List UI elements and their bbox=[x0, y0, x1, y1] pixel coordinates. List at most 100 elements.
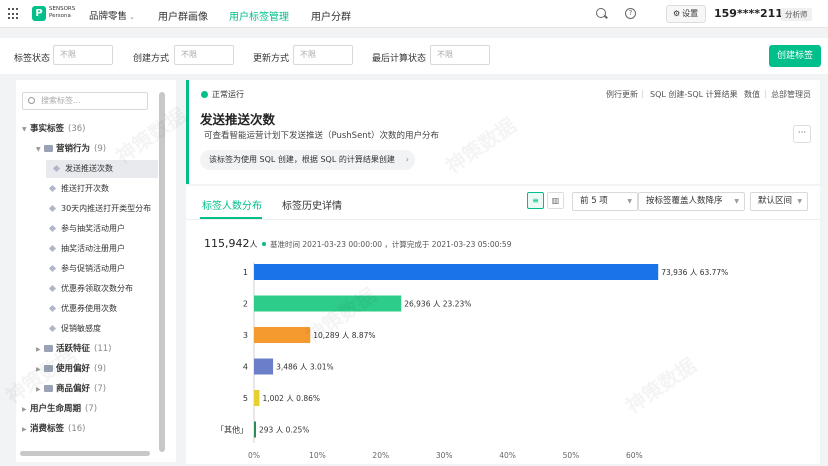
tree-item-label: 事实标签 bbox=[30, 124, 65, 134]
tree-item-count: (9) bbox=[94, 364, 107, 374]
nav-user-segments[interactable]: 用户分群 bbox=[311, 8, 351, 23]
tree-leaf-item[interactable]: 发送推送次数 bbox=[46, 160, 158, 178]
tree-item-label: 活跃特征 bbox=[56, 344, 91, 354]
caret-down-icon[interactable]: ▼ bbox=[22, 121, 30, 139]
tree-leaf-item[interactable]: 参与抽奖活动用户 bbox=[16, 220, 166, 238]
caret-right-icon[interactable]: ▶ bbox=[36, 381, 44, 399]
tag-detail-header: 正常运行 例行更新 | SQL 创建-SQL 计算结果 | 数值 | 总部管理员… bbox=[186, 80, 820, 184]
filter-label-last-calc: 最后计算状态 bbox=[372, 54, 427, 64]
tag-icon bbox=[48, 264, 57, 273]
tree-item-count: (7) bbox=[94, 384, 107, 394]
nav-user-persona[interactable]: 用户群画像 bbox=[158, 8, 208, 23]
tree-folder-item[interactable]: ▼ 事实标签 (36) bbox=[16, 120, 166, 138]
tree-folder-item[interactable]: ▶ 商品偏好 (7) bbox=[16, 380, 166, 398]
tag-icon bbox=[48, 304, 57, 313]
filter-label-status: 标签状态 bbox=[14, 54, 51, 64]
tree-item-label: 推送打开次数 bbox=[61, 184, 109, 193]
tag-tree-panel: 搜索标签... ▼ 事实标签 (36) ▼ 营销行为 (9) 发送推送次数 推送打开次数 30天… bbox=[16, 80, 176, 462]
folder-icon bbox=[44, 365, 53, 372]
tree-folder-item[interactable]: ▼ 营销行为 (9) bbox=[16, 140, 166, 158]
tree-item-label: 使用偏好 bbox=[56, 364, 91, 374]
y-tick-label: 2 bbox=[243, 300, 248, 309]
tag-icon bbox=[48, 204, 57, 213]
folder-icon bbox=[44, 145, 53, 152]
tree-folder-item[interactable]: ▶ 活跃特征 (11) bbox=[16, 340, 166, 358]
bar[interactable] bbox=[254, 358, 274, 375]
tree-leaf-item[interactable]: 抽奖活动注册用户 bbox=[16, 240, 166, 258]
tag-icon bbox=[52, 164, 61, 173]
tree-leaf-item[interactable]: 优惠券使用次数 bbox=[16, 300, 166, 318]
filter-bar: 标签状态 不限 创建方式 不限 更新方式 不限 最后计算状态 不限 创建标签 bbox=[0, 38, 828, 74]
filter-last-calc-select[interactable]: 不限 bbox=[430, 45, 490, 65]
help-icon[interactable]: ? bbox=[625, 8, 636, 19]
bar[interactable] bbox=[254, 264, 659, 280]
tag-title: 发送推送次数 bbox=[200, 112, 276, 127]
y-tick-label: 1 bbox=[243, 268, 248, 277]
chevron-down-icon: ⌄ bbox=[129, 13, 135, 21]
top-bar: P SENSORS Persona 品牌零售 ⌄ 用户群画像 用户标签管理 用户分… bbox=[0, 0, 828, 28]
x-tick-label: 50% bbox=[563, 451, 580, 460]
tree-item-label: 用户生命周期 bbox=[30, 404, 82, 414]
distribution-panel: 标签人数分布 标签历史详情 ≡ ▥ 前 5 项 ▼ 按标签覆盖人数降序 ▼ 默认区间… bbox=[186, 186, 820, 464]
filter-label-create-method: 创建方式 bbox=[133, 54, 170, 64]
caret-right-icon[interactable]: ▶ bbox=[22, 401, 30, 419]
tree-item-label: 促销敏感度 bbox=[61, 324, 101, 333]
filter-update-method-select[interactable]: 不限 bbox=[293, 45, 353, 65]
tree-item-label: 参与促销活动用户 bbox=[61, 264, 125, 273]
create-tag-button[interactable]: 创建标签 bbox=[769, 45, 821, 67]
search-icon bbox=[28, 97, 35, 104]
sql-note-link[interactable]: 该标签为使用 SQL 创建，根据 SQL 的计算结果创建 › bbox=[200, 150, 415, 170]
tree-item-label: 优惠券使用次数 bbox=[61, 304, 117, 313]
tree-vertical-scrollbar[interactable] bbox=[159, 92, 165, 452]
tag-search-input[interactable]: 搜索标签... bbox=[22, 92, 148, 110]
bar[interactable] bbox=[254, 295, 402, 312]
more-options-button[interactable]: ··· bbox=[793, 125, 811, 143]
tree-item-label: 商品偏好 bbox=[56, 384, 91, 394]
tree-folder-item[interactable]: ▶ 消费标签 (16) bbox=[16, 420, 166, 438]
filter-status-select[interactable]: 不限 bbox=[53, 45, 113, 65]
bar[interactable] bbox=[254, 421, 256, 438]
tree-item-label: 发送推送次数 bbox=[65, 164, 113, 173]
tree-item-label: 消费标签 bbox=[30, 424, 65, 434]
role-badge: 分析师 bbox=[781, 8, 812, 21]
tree-folder-item[interactable]: ▶ 使用偏好 (9) bbox=[16, 360, 166, 378]
chevron-right-icon: › bbox=[405, 155, 409, 164]
settings-button[interactable]: ⚙ 设置 bbox=[666, 5, 706, 23]
tree-item-count: (16) bbox=[68, 424, 86, 434]
tree-horizontal-scrollbar[interactable] bbox=[20, 451, 150, 456]
meta-divider: | bbox=[641, 89, 644, 98]
bar[interactable] bbox=[254, 390, 260, 406]
data-label: 3,486 人 3.01% bbox=[276, 363, 334, 372]
bar[interactable] bbox=[254, 327, 311, 343]
user-account[interactable]: 159****2117 bbox=[714, 7, 791, 20]
data-label: 1,002 人 0.86% bbox=[262, 394, 320, 403]
project-selector[interactable]: 品牌零售 ⌄ bbox=[89, 8, 135, 22]
tree-item-count: (9) bbox=[94, 144, 107, 154]
meta-update-type: 例行更新 bbox=[606, 90, 638, 99]
data-label: 26,936 人 23.23% bbox=[404, 300, 471, 309]
tree-leaf-item[interactable]: 参与促销活动用户 bbox=[16, 260, 166, 278]
tag-icon bbox=[48, 324, 57, 333]
tree-leaf-item[interactable]: 推送打开次数 bbox=[16, 180, 166, 198]
data-label: 293 人 0.25% bbox=[259, 426, 309, 435]
tree-folder-item[interactable]: ▶ 用户生命周期 (7) bbox=[16, 400, 166, 418]
caret-right-icon[interactable]: ▶ bbox=[22, 421, 30, 439]
tree-leaf-item[interactable]: 优惠券领取次数分布 bbox=[16, 280, 166, 298]
meta-create-type: SQL 创建-SQL 计算结果 bbox=[650, 90, 738, 99]
caret-down-icon[interactable]: ▼ bbox=[36, 141, 44, 159]
caret-right-icon[interactable]: ▶ bbox=[36, 361, 44, 379]
gear-icon: ⚙ bbox=[673, 9, 681, 18]
tag-icon bbox=[48, 284, 57, 293]
x-tick-label: 10% bbox=[309, 451, 326, 460]
nav-tag-management[interactable]: 用户标签管理 bbox=[229, 8, 289, 23]
tree-item-count: (7) bbox=[85, 404, 98, 414]
tree-leaf-item[interactable]: 促销敏感度 bbox=[16, 320, 166, 338]
filter-label-update-method: 更新方式 bbox=[253, 54, 290, 64]
filter-create-method-select[interactable]: 不限 bbox=[174, 45, 234, 65]
app-grid-icon[interactable] bbox=[8, 8, 20, 20]
caret-right-icon[interactable]: ▶ bbox=[36, 341, 44, 359]
search-icon[interactable] bbox=[596, 8, 606, 18]
tree-item-label: 营销行为 bbox=[56, 144, 91, 154]
tree-leaf-item[interactable]: 30天内推送打开类型分布 bbox=[16, 200, 166, 218]
distribution-chart: 1 73,936 人 63.77% 2 26,936 人 23.23% 3 10,289 … bbox=[216, 262, 728, 460]
